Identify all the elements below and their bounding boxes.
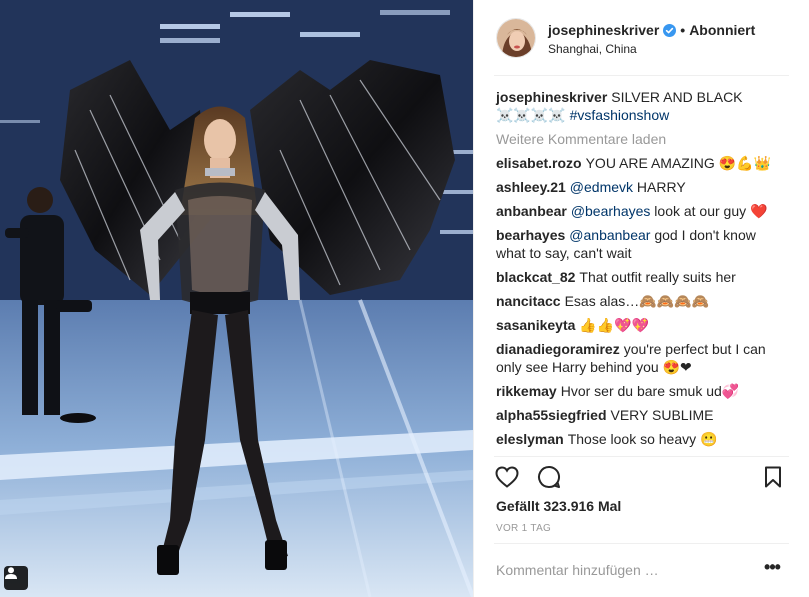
load-more-comments-link[interactable]: Weitere Kommentare laden (496, 130, 786, 148)
comment-bubble-icon[interactable] (536, 464, 562, 490)
comment-item: sasanikeyta 👍👍💖💖 (496, 316, 786, 334)
comment-item: alpha55siegfried VERY SUBLIME (496, 406, 786, 424)
comment-username[interactable]: rikkemay (496, 383, 557, 399)
likes-count[interactable]: Gefällt 323.916 Mal (496, 498, 621, 514)
actions-divider (494, 456, 789, 457)
bookmark-icon[interactable] (760, 464, 786, 490)
comment-username[interactable]: nancitacc (496, 293, 561, 309)
post-header: josephineskriver • Abonniert Shanghai, C… (496, 16, 786, 60)
post-caption: josephineskriver SILVER AND BLACK ☠️☠️☠️☠… (496, 88, 786, 124)
caption-hashtag[interactable]: #vsfashionshow (570, 107, 670, 123)
comment-username[interactable]: eleslyman (496, 431, 564, 447)
comment-text: YOU ARE AMAZING 😍💪👑 (585, 155, 771, 171)
comment-username[interactable]: blackcat_82 (496, 269, 575, 285)
user-tag-icon[interactable] (4, 566, 28, 590)
comment-item: nancitacc Esas alas…🙈🙈🙈🙈 (496, 292, 786, 310)
verified-badge-icon (663, 23, 677, 37)
comment-item: bearhayes @anbanbear god I don't know wha… (496, 226, 786, 262)
comment-item: dianadiegoramirez you're perfect but I ca… (496, 340, 786, 376)
comment-item: blackcat_82 That outfit really suits her (496, 268, 786, 286)
comment-text: Those look so heavy 😬 (567, 431, 718, 447)
follow-status-button[interactable]: Abonniert (689, 21, 755, 39)
post-image[interactable] (0, 0, 473, 597)
comment-mention[interactable]: @anbanbear (569, 227, 650, 243)
more-options-button[interactable]: ••• (760, 558, 784, 580)
composer-divider (494, 543, 789, 544)
add-comment-input[interactable] (496, 556, 746, 584)
comment-item: rikkemay Hvor ser du bare smuk ud💞 (496, 382, 786, 400)
caption-username[interactable]: josephineskriver (496, 89, 607, 105)
avatar[interactable] (496, 18, 536, 58)
comment-text: That outfit really suits her (579, 269, 736, 285)
comment-text: Hvor ser du bare smuk ud💞 (560, 383, 740, 399)
comments-list: josephineskriver SILVER AND BLACK ☠️☠️☠️☠… (496, 88, 786, 454)
post-location[interactable]: Shanghai, China (548, 42, 755, 56)
comment-item: eleslyman Those look so heavy 😬 (496, 430, 786, 448)
separator-dot: • (680, 21, 686, 38)
comment-username[interactable]: ashleey.21 (496, 179, 566, 195)
comment-mention[interactable]: @bearhayes (571, 203, 651, 219)
comment-item: anbanbear @bearhayes look at our guy ❤️ (496, 202, 786, 220)
comment-username[interactable]: dianadiegoramirez (496, 341, 620, 357)
comment-username[interactable]: sasanikeyta (496, 317, 575, 333)
heart-icon[interactable] (494, 464, 520, 490)
comment-item: ashleey.21 @edmevk HARRY (496, 178, 786, 196)
comment-text: look at our guy ❤️ (650, 203, 768, 219)
runway-photo (0, 0, 473, 597)
header-divider (494, 75, 789, 76)
comment-username[interactable]: bearhayes (496, 227, 565, 243)
post-timestamp[interactable]: VOR 1 TAG (496, 523, 551, 534)
comment-text: Esas alas…🙈🙈🙈🙈 (564, 293, 710, 309)
post-actions-bar (494, 464, 789, 492)
comment-mention[interactable]: @edmevk (570, 179, 633, 195)
comment-item: elisabet.rozo YOU ARE AMAZING 😍💪👑 (496, 154, 786, 172)
comment-username[interactable]: anbanbear (496, 203, 567, 219)
comment-username[interactable]: alpha55siegfried (496, 407, 607, 423)
author-username[interactable]: josephineskriver (548, 21, 659, 39)
comment-username[interactable]: elisabet.rozo (496, 155, 582, 171)
comment-text: VERY SUBLIME (610, 407, 714, 423)
comment-text: 👍👍💖💖 (579, 317, 650, 333)
post-details-panel: josephineskriver • Abonniert Shanghai, C… (474, 0, 809, 597)
comment-text: HARRY (633, 179, 686, 195)
